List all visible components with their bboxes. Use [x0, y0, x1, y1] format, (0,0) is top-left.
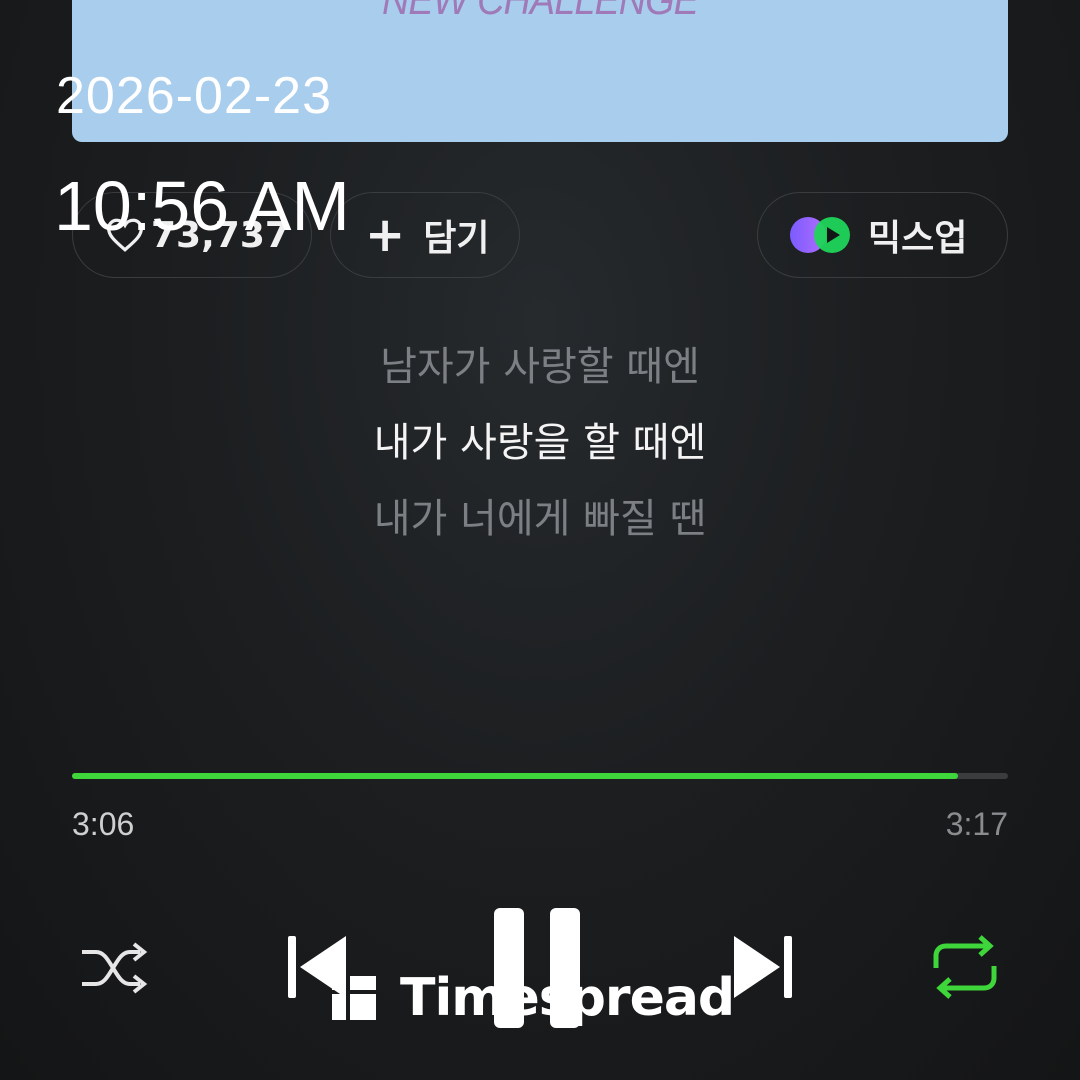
mixup-label: 믹스업: [868, 218, 968, 259]
elapsed-time: 3:06: [72, 806, 135, 842]
lyrics-panel[interactable]: 남자가 사랑할 때엔 내가 사랑을 할 때엔 내가 너에게 빠질 땐: [0, 335, 1080, 563]
watermark: Timespread: [330, 968, 735, 1028]
watermark-logo-icon: [332, 976, 376, 1020]
lyric-line-next: 내가 너에게 빠질 땐: [373, 496, 707, 542]
date-overlay: 2026-02-23: [56, 67, 332, 125]
lyric-line-current: 내가 사랑을 할 때엔: [373, 420, 707, 466]
mixup-logo-icon: [790, 217, 850, 253]
lyric-line-previous: 남자가 사랑할 때엔: [380, 344, 700, 390]
shuffle-icon[interactable]: [78, 940, 148, 996]
add-to-playlist-button[interactable]: + 담기: [330, 192, 520, 278]
total-duration: 3:17: [945, 806, 1008, 842]
skip-next-icon[interactable]: [730, 932, 794, 1002]
progress-bar[interactable]: [72, 773, 1008, 779]
repeat-icon[interactable]: [930, 934, 1000, 1000]
album-art-text: NEW CHALLENGE: [119, 0, 961, 24]
time-overlay: 10:56 AM: [54, 167, 350, 245]
watermark-text: Timespread: [400, 968, 735, 1028]
plus-icon: +: [365, 207, 406, 263]
progress-bar-fill: [72, 773, 959, 779]
add-label: 담기: [423, 218, 490, 259]
mixup-button[interactable]: 믹스업: [757, 192, 1008, 278]
